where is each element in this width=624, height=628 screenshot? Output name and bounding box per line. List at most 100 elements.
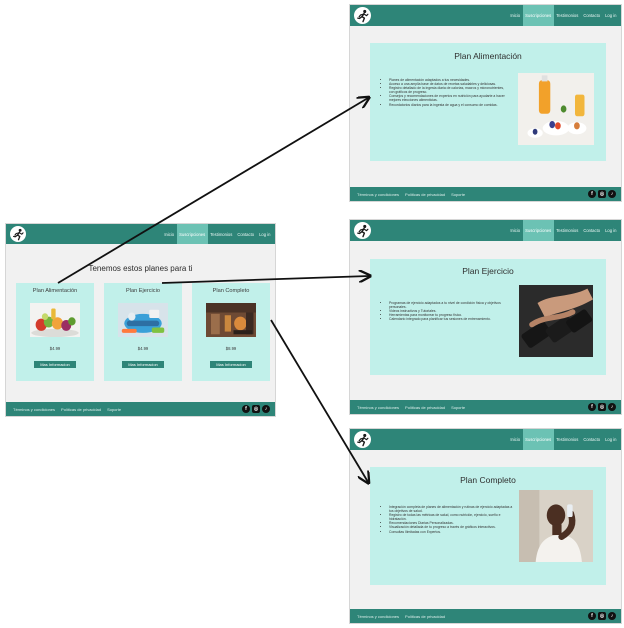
runner-logo-icon[interactable] [10, 226, 26, 242]
nav-menu: Inicio Suscripciones Testimonios Contact… [508, 429, 619, 450]
nav-item-inicio[interactable]: Inicio [508, 220, 523, 241]
navbar: Inicio Suscripciones Testimonios Contact… [6, 224, 275, 244]
plan-card-title: Plan Completo [212, 288, 250, 294]
facebook-icon[interactable]: f [588, 190, 596, 198]
overview-screenshot: Inicio Suscripciones Testimonios Contact… [5, 223, 276, 417]
navbar: Inicio Suscripciones Testimonios Contact… [350, 429, 621, 450]
plan-detail-title: Plan Alimentación [454, 51, 522, 61]
footer-links: Términos y condiciones Políticas de priv… [357, 609, 445, 623]
detail-screenshot-completo: Inicio Suscripciones Testimonios Contact… [349, 428, 622, 624]
plan-feature-list: Integración completa de planes de alimen… [384, 505, 514, 534]
detail-screenshot-ejercicio: Inicio Suscripciones Testimonios Contact… [349, 219, 622, 415]
runner-logo-icon[interactable] [354, 7, 371, 24]
plan-detail-card: Plan Alimentación Planes de alimentación… [370, 43, 606, 161]
footer-links: Términos y condiciones Políticas de priv… [13, 402, 121, 416]
nav-item-suscripciones[interactable]: Suscripciones [522, 429, 554, 450]
nav-item-suscripciones[interactable]: Suscripciones [176, 224, 208, 244]
instagram-icon[interactable]: ◎ [598, 403, 606, 411]
social-icons: f ◎ ♪ [588, 187, 616, 201]
runner-logo-icon[interactable] [354, 222, 371, 239]
footer-link-support[interactable]: Soporte [451, 192, 465, 197]
nav-item-contacto[interactable]: Contacto [581, 429, 603, 450]
nav-item-login[interactable]: Log in [603, 220, 619, 241]
instagram-icon[interactable]: ◎ [598, 612, 606, 620]
nav-item-login[interactable]: Log in [603, 429, 619, 450]
instagram-icon[interactable]: ◎ [252, 405, 260, 413]
plan-detail-card: Plan Ejercicio Programas de ejercicio ad… [370, 259, 606, 375]
social-icons: f ◎ ♪ [588, 400, 616, 414]
instagram-icon[interactable]: ◎ [598, 190, 606, 198]
plan-feature: Registro de todas las métricas de salud,… [389, 513, 514, 521]
more-info-button[interactable]: Mas Informacion [122, 361, 164, 368]
plan-detail-title: Plan Completo [460, 475, 516, 485]
tiktok-icon[interactable]: ♪ [608, 612, 616, 620]
facebook-icon[interactable]: f [588, 612, 596, 620]
footer: Términos y condiciones Políticas de priv… [6, 402, 275, 416]
plan-feature-list: Programas de ejercicio adaptados a tu ni… [384, 301, 512, 321]
nav-item-contacto[interactable]: Contacto [235, 224, 257, 244]
juice-breakfast-image [518, 73, 594, 145]
gym-dumbbells-image [519, 285, 593, 357]
footer-link-privacy[interactable]: Políticas de privacidad [405, 192, 445, 197]
footer-link-privacy[interactable]: Políticas de privacidad [405, 614, 445, 619]
plan-feature: Programas de ejercicio adaptados a tu ni… [389, 301, 512, 309]
tiktok-icon[interactable]: ♪ [608, 190, 616, 198]
footer-link-privacy[interactable]: Políticas de privacidad [61, 407, 101, 412]
nav-item-contacto[interactable]: Contacto [581, 5, 603, 26]
nav-item-suscripciones[interactable]: Suscripciones [522, 5, 554, 26]
more-info-button[interactable]: Mas Informacion [210, 361, 252, 368]
plan-feature: Recordatorios diarios para la ingesta de… [389, 103, 510, 107]
footer: Términos y condiciones Políticas de priv… [350, 187, 621, 201]
plan-card-title: Plan Ejercicio [126, 288, 160, 294]
tiktok-icon[interactable]: ♪ [608, 403, 616, 411]
nav-menu: Inicio Suscripciones Testimonios Contact… [508, 220, 619, 241]
footer-link-support[interactable]: Soporte [107, 407, 121, 412]
navbar: Inicio Suscripciones Testimonios Contact… [350, 5, 621, 26]
plan-card: Plan Completo $8.99 Mas Informacion [192, 283, 270, 381]
footer-link-terms[interactable]: Términos y condiciones [357, 405, 399, 410]
nav-item-testimonios[interactable]: Testimonios [554, 429, 581, 450]
plan-feature: Calendario integrado para planificar tus… [389, 317, 512, 321]
footer-link-privacy[interactable]: Políticas de privacidad [405, 405, 445, 410]
facebook-icon[interactable]: f [588, 403, 596, 411]
navbar: Inicio Suscripciones Testimonios Contact… [350, 220, 621, 241]
runner-logo-icon[interactable] [354, 431, 371, 448]
nav-menu: Inicio Suscripciones Testimonios Contact… [162, 224, 273, 244]
nav-menu: Inicio Suscripciones Testimonios Contact… [508, 5, 619, 26]
nav-item-testimonios[interactable]: Testimonios [208, 224, 235, 244]
nav-item-testimonios[interactable]: Testimonios [554, 220, 581, 241]
kitchen-image [206, 303, 256, 337]
nav-item-inicio[interactable]: Inicio [162, 224, 177, 244]
nav-item-testimonios[interactable]: Testimonios [554, 5, 581, 26]
plan-card: Plan Alimentación $4.99 Mas Informacion [16, 283, 94, 381]
plan-feature-list: Planes de alimentación adaptados a tus n… [384, 78, 510, 107]
more-info-button[interactable]: Mas Informacion [34, 361, 76, 368]
plan-price: $4.99 [49, 346, 61, 351]
nav-item-inicio[interactable]: Inicio [508, 429, 523, 450]
footer-link-terms[interactable]: Términos y condiciones [357, 192, 399, 197]
plan-feature: Consejos y recomendaciones de expertos e… [389, 94, 510, 102]
plan-price: $8.99 [225, 346, 237, 351]
man-drinking-water-image [519, 490, 593, 562]
nav-item-login[interactable]: Log in [257, 224, 273, 244]
footer-link-support[interactable]: Soporte [451, 405, 465, 410]
facebook-icon[interactable]: f [242, 405, 250, 413]
nav-item-inicio[interactable]: Inicio [508, 5, 523, 26]
food-image [30, 303, 80, 337]
footer-links: Términos y condiciones Políticas de priv… [357, 400, 465, 414]
plan-feature: Integración completa de planes de alimen… [389, 505, 514, 513]
plan-detail-card: Plan Completo Integración completa de pl… [370, 467, 606, 585]
nav-item-login[interactable]: Log in [603, 5, 619, 26]
nav-item-contacto[interactable]: Contacto [581, 220, 603, 241]
footer-link-terms[interactable]: Términos y condiciones [13, 407, 55, 412]
plan-card-title: Plan Alimentación [32, 288, 78, 294]
social-icons: f ◎ ♪ [242, 402, 270, 416]
footer: Términos y condiciones Políticas de priv… [350, 400, 621, 414]
nav-item-suscripciones[interactable]: Suscripciones [522, 220, 554, 241]
plan-feature: Registro detallado de la ingesta diaria … [389, 86, 510, 94]
plan-feature: Consultas Ilimitadas con Expertos. [389, 530, 514, 534]
footer-link-terms[interactable]: Términos y condiciones [357, 614, 399, 619]
fitness-image [118, 303, 168, 337]
plan-detail-title: Plan Ejercicio [462, 266, 514, 276]
tiktok-icon[interactable]: ♪ [262, 405, 270, 413]
